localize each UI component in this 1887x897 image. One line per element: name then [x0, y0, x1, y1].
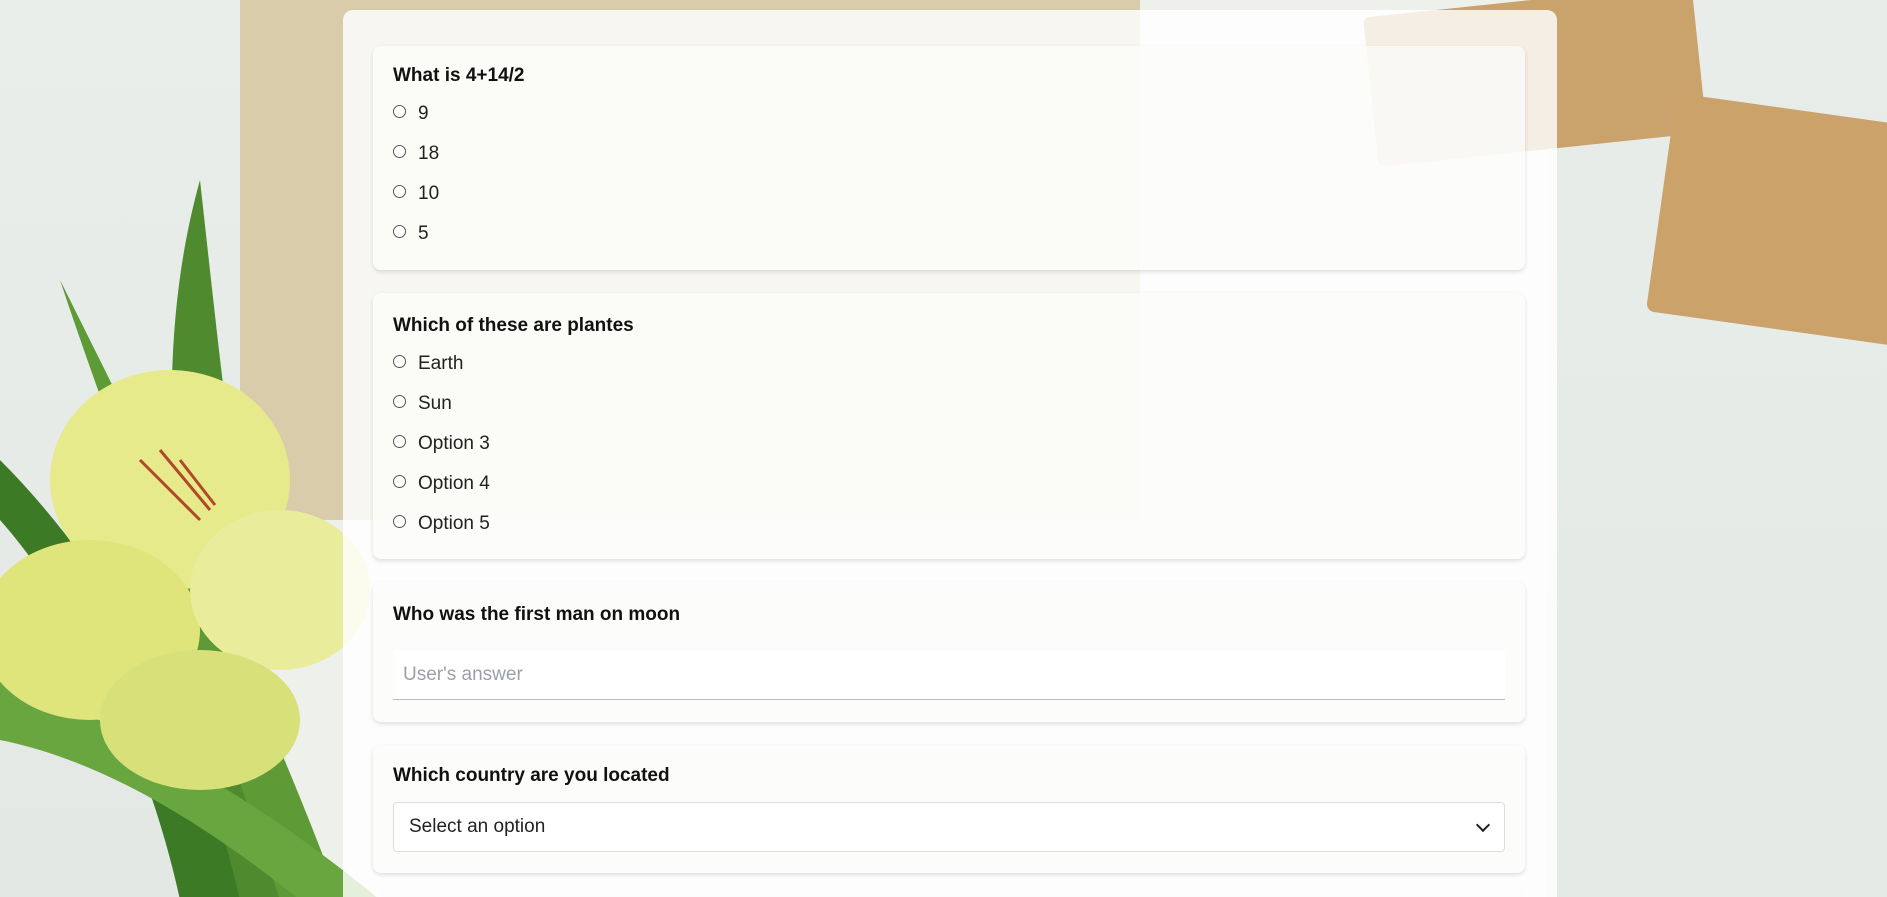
- option-label: Option 5: [418, 513, 490, 534]
- option-label: Earth: [418, 353, 464, 374]
- radio-option[interactable]: 18: [393, 143, 439, 165]
- chevron-down-icon: [1475, 817, 1491, 833]
- option-label: Sun: [418, 393, 452, 414]
- background-flowers: [0, 180, 377, 897]
- question-title: Who was the first man on moon: [393, 604, 681, 625]
- radio-unchecked-icon[interactable]: [393, 224, 406, 238]
- answer-text-input[interactable]: [393, 650, 1505, 700]
- radio-unchecked-icon[interactable]: [393, 354, 406, 368]
- country-select[interactable]: Select an option: [393, 802, 1505, 852]
- radio-unchecked-icon[interactable]: [393, 394, 406, 408]
- radio-unchecked-icon[interactable]: [393, 144, 406, 158]
- option-label: 10: [418, 183, 440, 204]
- radio-option[interactable]: 10: [393, 183, 439, 205]
- question-card-1: What is 4+14/2 9 18 10 5: [373, 46, 1525, 270]
- question-card-4: Which country are you located Select an …: [373, 745, 1525, 873]
- radio-option[interactable]: 9: [393, 103, 429, 125]
- radio-unchecked-icon[interactable]: [393, 434, 406, 448]
- radio-unchecked-icon[interactable]: [393, 474, 406, 488]
- radio-unchecked-icon[interactable]: [393, 104, 406, 118]
- radio-unchecked-icon[interactable]: [393, 184, 406, 198]
- select-value: Select an option: [409, 816, 546, 837]
- question-title: Which country are you located: [393, 765, 670, 786]
- question-card-3: Who was the first man on moon: [373, 582, 1525, 722]
- radio-option[interactable]: Option 3: [393, 433, 490, 455]
- radio-unchecked-icon[interactable]: [393, 514, 406, 528]
- question-title: Which of these are plantes: [393, 315, 634, 336]
- radio-option[interactable]: Earth: [393, 353, 463, 375]
- radio-option[interactable]: 5: [393, 223, 429, 245]
- option-label: 9: [418, 103, 429, 124]
- radio-option[interactable]: Option 4: [393, 473, 490, 495]
- background-package: [1645, 92, 1887, 348]
- question-title: What is 4+14/2: [393, 65, 525, 86]
- radio-option[interactable]: Option 5: [393, 513, 490, 535]
- option-label: Option 4: [418, 473, 490, 494]
- option-label: Option 3: [418, 433, 490, 454]
- option-label: 18: [418, 143, 440, 164]
- question-card-2: Which of these are plantes Earth Sun Opt…: [373, 293, 1525, 559]
- radio-option[interactable]: Sun: [393, 393, 452, 415]
- option-label: 5: [418, 223, 429, 244]
